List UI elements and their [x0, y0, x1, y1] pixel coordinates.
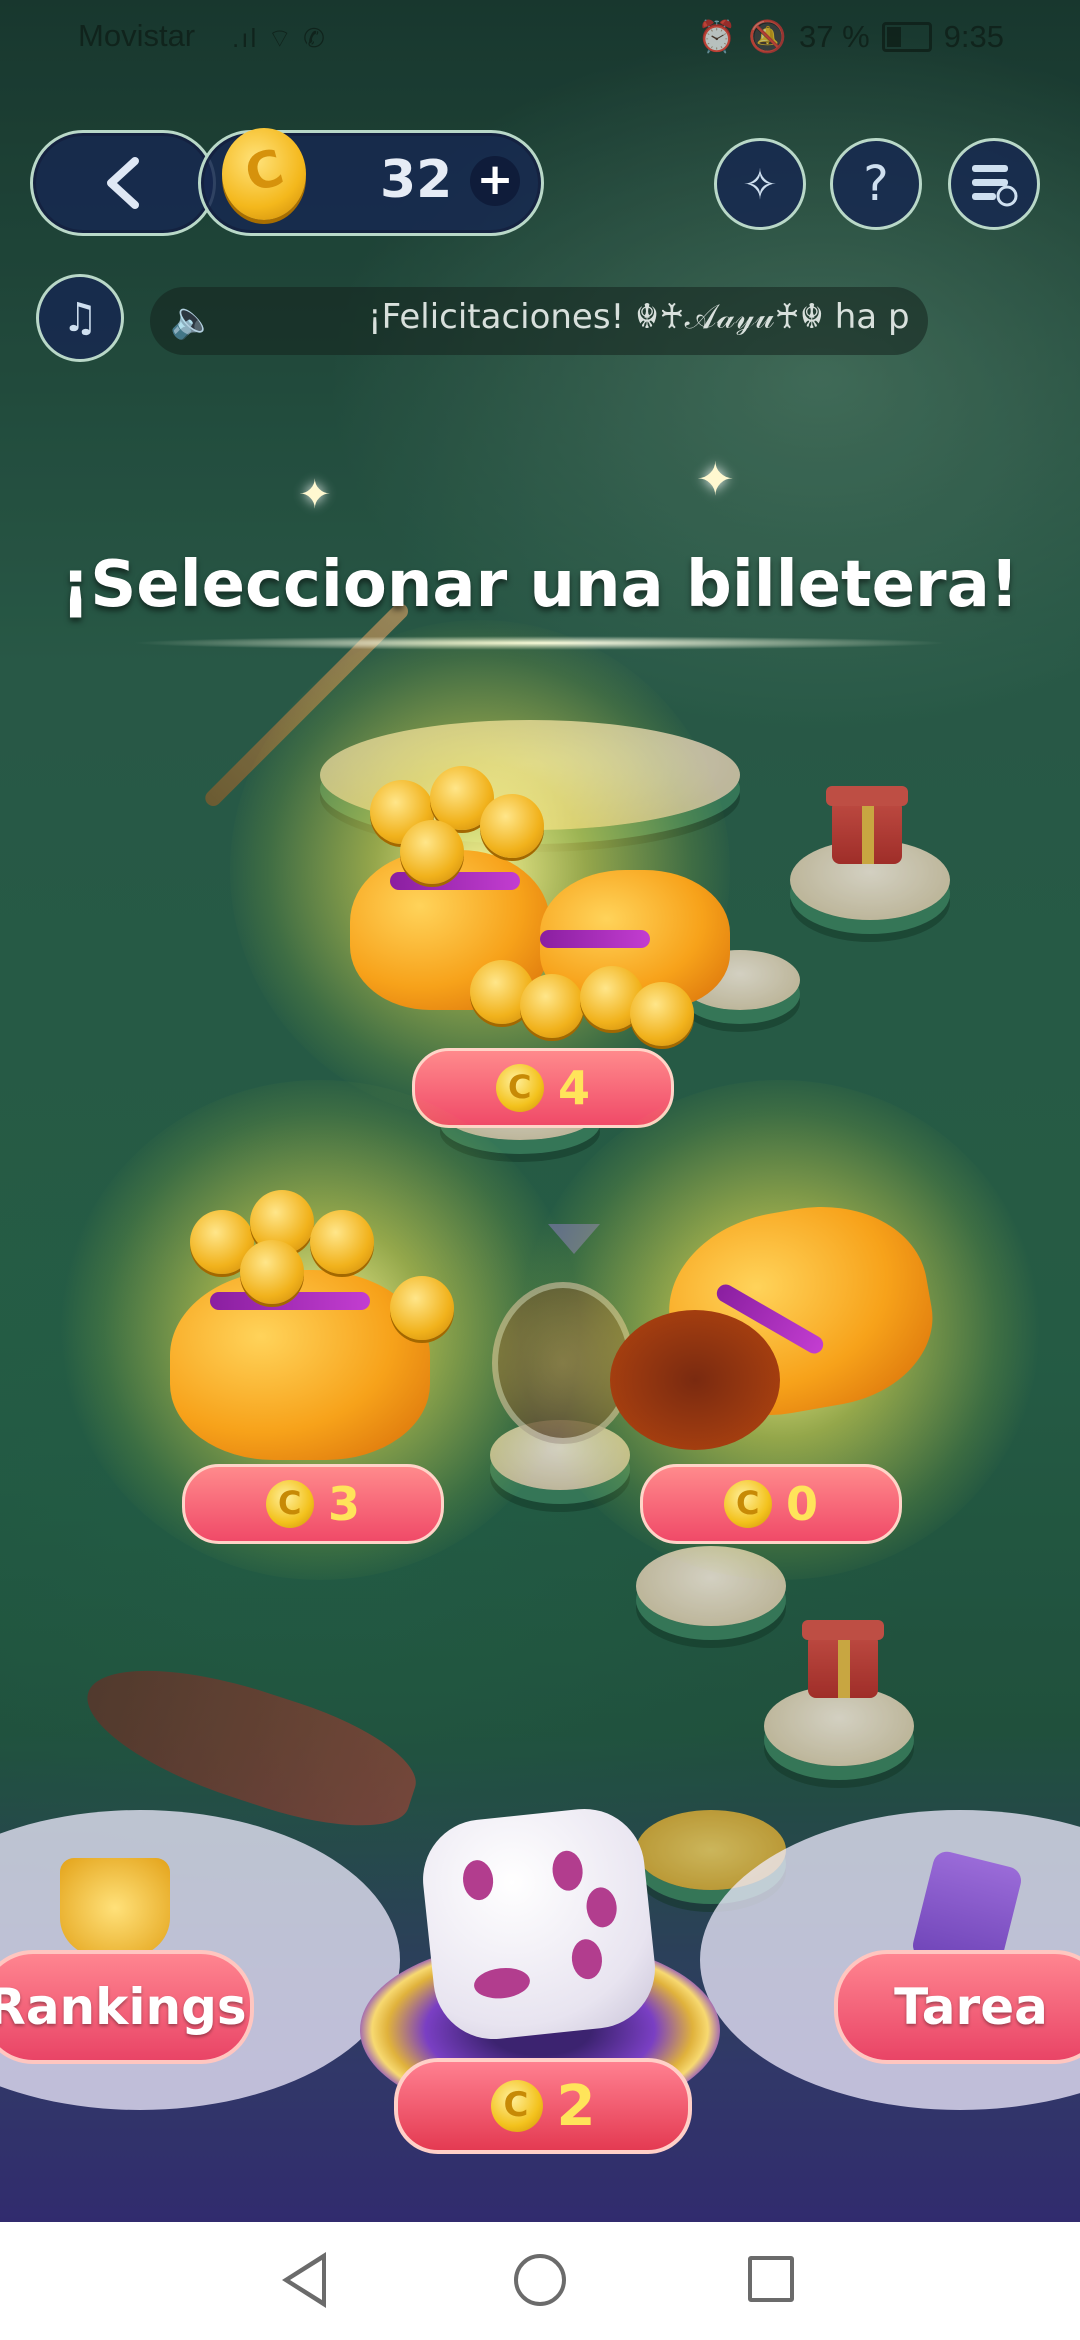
- help-icon: ?: [863, 156, 889, 212]
- bag-ribbon: [540, 930, 650, 948]
- magic-wand-icon: ✧: [742, 159, 778, 209]
- wallet-option-3[interactable]: [600, 1188, 946, 1470]
- history-menu-button[interactable]: [948, 138, 1040, 230]
- back-button[interactable]: [30, 130, 216, 236]
- clock-time: 9:35: [943, 18, 1004, 54]
- menu-history-icon: [972, 165, 1018, 207]
- status-bar: Movistar .ıl ⌔ ✆ ⏰ 🔕 37 % 9:35: [0, 0, 1080, 72]
- gold-coin-icon: [310, 1210, 374, 1274]
- ticker-text: ¡Felicitaciones! ☬♰𝒜𝒶𝓎𝓊♰☬ ha p: [368, 297, 910, 337]
- chevron-left-icon: [107, 157, 139, 209]
- dice-pip: [569, 1937, 604, 1981]
- speaker-icon: 🔈: [170, 300, 215, 341]
- coin-icon: [265, 1480, 314, 1528]
- add-coins-button[interactable]: +: [470, 156, 520, 206]
- wallet-value-badge-3: 0: [640, 1464, 902, 1544]
- bag-opening: [610, 1310, 780, 1450]
- wallet-option-2[interactable]: [150, 1180, 470, 1470]
- dice-pip: [550, 1849, 585, 1893]
- nav-home-icon[interactable]: [514, 2254, 566, 2306]
- gold-coin-icon: [520, 974, 584, 1038]
- wallet-value-badge-2: 3: [182, 1464, 444, 1544]
- mute-icon: 🔕: [748, 19, 787, 54]
- help-button[interactable]: ?: [830, 138, 922, 230]
- task-button[interactable]: Tarea: [834, 1950, 1080, 2064]
- wallet-value: 4: [557, 1061, 590, 1115]
- gold-coin-icon: [390, 1276, 454, 1340]
- coin-icon: [723, 1480, 772, 1528]
- gold-coin-icon: [400, 820, 464, 884]
- coin-balance: 32: [380, 150, 453, 210]
- signal-icon: .ıl ⌔ ✆: [232, 23, 327, 53]
- gold-coin-icon: [630, 982, 694, 1046]
- sparkle-icon: ✦: [298, 472, 332, 518]
- battery-icon: [881, 21, 932, 52]
- sparkle-icon: ✦: [696, 452, 735, 506]
- dice-pip: [584, 1885, 619, 1929]
- roll-cost: 2: [556, 2073, 596, 2139]
- coin-icon: [495, 1064, 544, 1112]
- page-title: ¡Seleccionar una billetera!: [61, 548, 1019, 622]
- wallet-option-1[interactable]: [340, 760, 740, 1060]
- dice-button[interactable]: [417, 1802, 661, 2046]
- nav-recent-apps-icon[interactable]: [748, 2256, 794, 2302]
- battery-percent: 37 %: [798, 18, 870, 54]
- alarm-icon: ⏰: [697, 19, 737, 54]
- music-button[interactable]: ♫: [36, 274, 124, 362]
- wallet-value: 3: [327, 1477, 360, 1531]
- music-note-icon: ♫: [62, 295, 98, 341]
- trophy-icon: [60, 1858, 170, 1958]
- wallet-value: 0: [785, 1477, 818, 1531]
- gold-coin-icon: [240, 1240, 304, 1304]
- game-screen: Movistar .ıl ⌔ ✆ ⏰ 🔕 37 % 9:35 32 + ✧ ? …: [0, 0, 1080, 2222]
- dice-pip: [472, 1965, 532, 2002]
- coin-icon: [490, 2080, 543, 2132]
- carrier-name: Movistar: [78, 18, 196, 53]
- announcement-ticker: 🔈 ¡Felicitaciones! ☬♰𝒜𝒶𝓎𝓊♰☬ ha p: [150, 287, 928, 355]
- magic-wand-button[interactable]: ✧: [714, 138, 806, 230]
- roll-cost-button[interactable]: 2: [394, 2058, 692, 2154]
- coin-icon: [222, 128, 306, 220]
- gold-coin-icon: [480, 794, 544, 858]
- dice-pip: [461, 1858, 496, 1902]
- rankings-button[interactable]: Rankings: [0, 1950, 254, 2064]
- nav-back-icon[interactable]: [282, 2252, 326, 2308]
